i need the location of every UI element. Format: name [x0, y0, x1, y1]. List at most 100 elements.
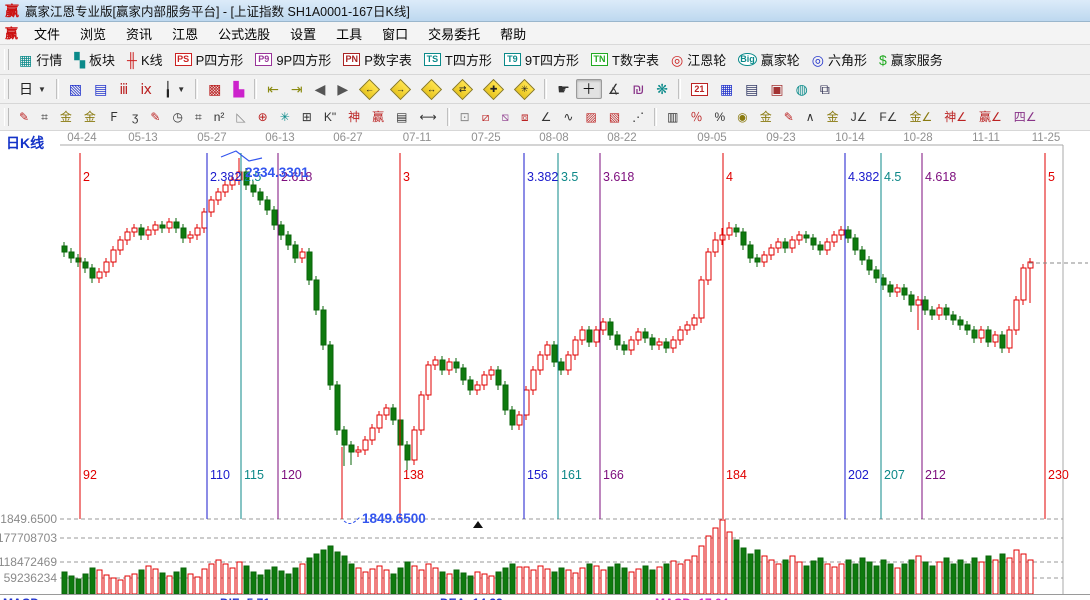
menu-item-8[interactable]: 交易委托 — [418, 22, 490, 45]
refresh-web-button[interactable]: ◍ — [790, 79, 814, 99]
date-label: 06-13 — [265, 132, 294, 144]
first-page-button[interactable]: ⇤ — [261, 79, 285, 99]
golden-ruler-a-button[interactable]: 金 — [54, 108, 78, 126]
angle-template-button[interactable]: ◺ — [230, 108, 251, 126]
gann-circle-button[interactable]: ⊕ — [252, 108, 274, 126]
9p-square-button[interactable]: P99P四方形 — [249, 47, 337, 72]
prev-page-button[interactable]: ◀ — [309, 79, 332, 99]
pencil-tool-button[interactable]: ✎ — [144, 108, 166, 126]
web-grid-button[interactable]: ⊞ — [296, 108, 318, 126]
candle-style-button[interactable]: ╽▼ — [158, 79, 191, 99]
golden-circle-button[interactable]: ◉ — [731, 108, 753, 126]
parallel-lines-button[interactable]: ⋰ — [626, 108, 650, 126]
f-ruler-button[interactable]: Ｆ — [102, 108, 126, 126]
win-angle-button[interactable]: 赢∠ — [973, 108, 1008, 126]
red-grid-a-button[interactable]: ▨ — [579, 108, 602, 126]
menu-items: 文件浏览资讯江恩公式选股设置工具窗口交易委托帮助 — [24, 22, 536, 45]
menu-item-0[interactable]: 文件 — [24, 22, 70, 45]
box-tool-button[interactable]: ⊡ — [454, 108, 476, 126]
menu-item-7[interactable]: 窗口 — [372, 22, 418, 45]
web-cursor-button[interactable]: ❋ — [650, 79, 674, 99]
zoom-out-all-button[interactable]: ✳ — [509, 77, 540, 102]
win-ruler-button[interactable]: 赢 — [366, 108, 390, 126]
spiral-tool-button[interactable]: ʒ — [126, 108, 145, 126]
cross-cursor-button[interactable]: ＋ — [576, 79, 602, 99]
menu-item-2[interactable]: 资讯 — [116, 22, 162, 45]
compress-both-button[interactable]: ⇄ — [447, 77, 478, 102]
percent-button[interactable]: % — [709, 108, 732, 126]
fan-lines-button[interactable]: ⧄ — [476, 108, 496, 126]
time-cycle-button[interactable]: ◷ — [166, 108, 188, 126]
chart-area[interactable]: 日K线 04-2405-1305-2706-1306-2707-1107-250… — [0, 131, 1090, 594]
quotes-button[interactable]: ▦行情 — [13, 47, 68, 72]
menu-item-5[interactable]: 设置 — [280, 22, 326, 45]
pan-left-button[interactable]: ← — [354, 77, 385, 102]
f-angle-button[interactable]: F∠ — [873, 108, 903, 126]
menu-item-3[interactable]: 江恩 — [162, 22, 208, 45]
web-box-button[interactable]: ⧈ — [515, 108, 535, 126]
golden-band-button[interactable]: 金 — [821, 108, 845, 126]
calculator-button[interactable]: ▦ — [714, 79, 739, 99]
menu-item-6[interactable]: 工具 — [326, 22, 372, 45]
9t-square-button[interactable]: T99T四方形 — [498, 47, 585, 72]
sectors-button[interactable]: ▚板块 — [68, 47, 121, 72]
menu-item-9[interactable]: 帮助 — [490, 22, 536, 45]
info-view-button[interactable]: ▤ — [88, 79, 113, 99]
zoom-in-all-button[interactable]: ✚ — [478, 77, 509, 102]
period-day-button[interactable]: 日▼ — [13, 79, 52, 99]
shen-ruler-button[interactable]: 神 — [342, 108, 366, 126]
shen-angle-button[interactable]: 神∠ — [938, 108, 973, 126]
gann-ruler-button[interactable]: ⌗ — [35, 108, 54, 126]
k-marker-button[interactable]: K" — [318, 108, 342, 126]
t-square-button[interactable]: TST四方形 — [418, 47, 498, 72]
wave-line-button[interactable]: ∿ — [557, 108, 579, 126]
golden-ruler-b-button[interactable]: 金 — [78, 108, 102, 126]
last-page-button[interactable]: ⇥ — [285, 79, 309, 99]
span-measure-button[interactable]: ⟷ — [413, 108, 442, 126]
next-page-button[interactable]: ▶ — [331, 79, 354, 99]
golden-angle-button[interactable]: 金∠ — [903, 108, 938, 126]
column-stats-button[interactable]: ▥ — [661, 108, 684, 126]
winner-service-button[interactable]: $赢家服务 — [873, 47, 949, 72]
menu-item-4[interactable]: 公式选股 — [208, 22, 280, 45]
main-toolbar: ▦行情▚板块╫K线PSP四方形P99P四方形PNP数字表TST四方形T99T四方… — [0, 45, 1090, 75]
gann-wheel-button[interactable]: ◎江恩轮 — [665, 47, 732, 72]
j-angle-button[interactable]: J∠ — [845, 108, 874, 126]
red-grid-b-button[interactable]: ▧ — [603, 108, 626, 126]
p-number-button[interactable]: PNP数字表 — [337, 47, 418, 72]
bars-9-button[interactable]: ⅸ — [134, 79, 157, 99]
p-square-button[interactable]: PSP四方形 — [169, 47, 250, 72]
notes-button[interactable]: ▤ — [739, 79, 764, 99]
angle-line-button[interactable]: ∠ — [535, 108, 558, 126]
profile-histogram-button[interactable]: ▙ — [227, 79, 250, 99]
si-angle-button[interactable]: 四∠ — [1008, 108, 1043, 126]
bars-3-button[interactable]: ⅲ — [113, 79, 134, 99]
zoom-area-button[interactable]: ▧ — [63, 79, 88, 99]
t-number-button[interactable]: TNT数字表 — [585, 47, 665, 72]
candlestick-chart-canvas[interactable]: 04-2405-1305-2706-1306-2707-1107-2508-08… — [0, 131, 1090, 594]
kline-button[interactable]: ╫K线 — [121, 47, 169, 72]
expand-both-button[interactable]: ↔ — [416, 77, 447, 102]
fan-box-button[interactable]: ⧅ — [495, 108, 515, 126]
workstation-button[interactable]: ⧉ — [814, 79, 836, 99]
percent-strike-button[interactable]: ％ — [685, 108, 709, 126]
candle-pencil-button[interactable]: ✎ — [778, 108, 800, 126]
save-button[interactable]: ▣ — [764, 79, 789, 99]
angle-cursor-button[interactable]: ∡ — [602, 79, 627, 99]
pattern-box-button[interactable]: ▩ — [202, 79, 227, 99]
gann-knife-button[interactable]: ✎ — [13, 108, 35, 126]
n-square-button[interactable]: n² — [208, 108, 231, 126]
pan-right-button[interactable]: → — [385, 77, 416, 102]
count-ruler-button[interactable]: ▤ — [390, 108, 413, 126]
gann-cursor-button[interactable]: ₪ — [626, 79, 650, 99]
tick-ruler-button[interactable]: ⌗ — [189, 108, 208, 126]
wave-tool-button[interactable]: ∧ — [800, 108, 821, 126]
calendar-button[interactable]: 21 — [685, 80, 714, 99]
title-bar: 赢 赢家江恩专业版[赢家内部服务平台] - [上证指数 SH1A0001-167… — [0, 0, 1090, 22]
winner-wheel-button[interactable]: Big赢家轮 — [732, 47, 806, 72]
gann-web-button[interactable]: ✳ — [274, 108, 296, 126]
hexagon-button[interactable]: ◎六角形 — [806, 47, 873, 72]
menu-item-1[interactable]: 浏览 — [70, 22, 116, 45]
hand-cursor-button[interactable]: ☛ — [551, 79, 576, 99]
golden-lines-button[interactable]: 金 — [754, 108, 778, 126]
